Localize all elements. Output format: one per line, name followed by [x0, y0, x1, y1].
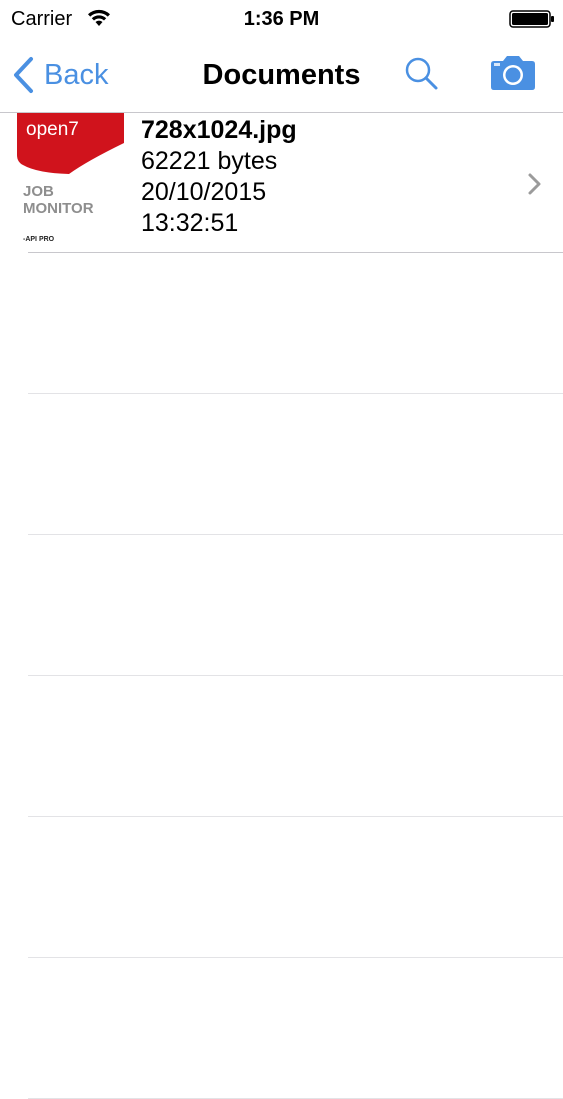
status-bar: Carrier 1:36 PM [0, 0, 563, 40]
document-name: 728x1024.jpg [141, 116, 297, 144]
document-list: open7 JOB MONITOR -API PRO 728x1024.jpg … [0, 113, 563, 1099]
empty-list-row [0, 676, 563, 817]
document-details: 728x1024.jpg 62221 bytes 20/10/2015 13:3… [141, 115, 297, 239]
empty-list-row [0, 817, 563, 958]
back-button[interactable]: Back [12, 54, 108, 96]
document-size: 62221 bytes [141, 147, 278, 175]
thumbnail-brand: open7 [26, 119, 79, 140]
search-button[interactable] [402, 55, 442, 95]
page-title: Documents [202, 59, 361, 91]
empty-list-row [0, 958, 563, 1099]
document-time: 13:32:51 [141, 209, 239, 237]
search-icon [405, 57, 438, 90]
back-button-label: Back [44, 59, 109, 91]
empty-list-row [0, 535, 563, 676]
document-thumbnail: open7 JOB MONITOR -API PRO [17, 113, 124, 249]
empty-list-row [0, 253, 563, 394]
document-date: 20/10/2015 [141, 178, 267, 206]
chevron-left-icon [14, 57, 33, 93]
chevron-right-icon [528, 173, 541, 195]
document-row[interactable]: open7 JOB MONITOR -API PRO 728x1024.jpg … [0, 113, 563, 253]
navigation-bar: Back Documents [0, 40, 563, 113]
thumbnail-caption: -API PRO [23, 236, 55, 243]
thumbnail-text-line1: JOB [23, 183, 54, 200]
status-time: 1:36 PM [243, 8, 320, 30]
camera-button[interactable] [488, 53, 538, 93]
battery-icon [509, 10, 554, 28]
camera-icon [491, 56, 535, 90]
empty-list-row [0, 394, 563, 535]
thumbnail-text-line2: MONITOR [23, 200, 94, 217]
